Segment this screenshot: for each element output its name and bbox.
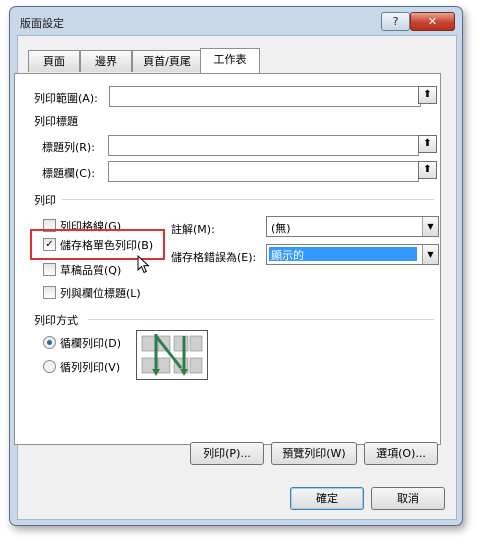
- print-titles-heading: 列印標題: [34, 115, 78, 128]
- options-button[interactable]: 選項(O)...: [364, 442, 438, 465]
- title-bar[interactable]: 版面設定 ? ✕: [10, 7, 462, 35]
- rows-collapse-button[interactable]: ⬆: [418, 135, 437, 153]
- dialog-title: 版面設定: [20, 17, 64, 30]
- page-order-heading: 列印方式: [34, 314, 78, 327]
- print-preview-button[interactable]: 預覽列印(W): [271, 442, 357, 465]
- upload-arrow-icon: ⬆: [423, 138, 432, 149]
- print-area-label: 列印範圍(A):: [34, 92, 98, 105]
- print-button[interactable]: 列印(P)...: [190, 442, 264, 465]
- chevron-down-icon: ▼: [422, 245, 438, 264]
- upload-arrow-icon: ⬆: [423, 89, 432, 100]
- cancel-button[interactable]: 取消: [371, 487, 445, 510]
- tab-sheet[interactable]: 工作表: [200, 48, 260, 73]
- draft-quality-label: 草稿品質(Q): [60, 264, 122, 277]
- over-then-down-label: 循列列印(V): [60, 361, 121, 374]
- print-area-collapse-button[interactable]: ⬆: [418, 86, 437, 104]
- row-column-headings-checkbox[interactable]: [43, 286, 56, 299]
- ok-button[interactable]: 確定: [290, 487, 364, 510]
- over-then-down-radio[interactable]: [43, 360, 56, 373]
- chevron-down-icon: ▼: [422, 217, 438, 236]
- rows-to-repeat-input[interactable]: [108, 135, 419, 156]
- help-button[interactable]: ?: [381, 12, 410, 31]
- upload-arrow-icon: ⬆: [423, 164, 432, 175]
- radio-selected-dot: [47, 340, 52, 345]
- close-button[interactable]: ✕: [410, 12, 455, 31]
- cell-errors-select[interactable]: 顯示的 ▼: [266, 244, 439, 265]
- rows-to-repeat-label: 標題列(R):: [42, 141, 95, 154]
- mouse-pointer-icon: [137, 255, 150, 274]
- columns-collapse-button[interactable]: ⬆: [418, 161, 437, 179]
- row-column-headings-label: 列與欄位標題(L): [60, 287, 141, 300]
- columns-to-repeat-label: 標題欄(C):: [42, 167, 95, 180]
- cell-errors-value: 顯示的: [269, 247, 417, 262]
- draft-quality-checkbox[interactable]: [43, 263, 56, 276]
- comments-select[interactable]: (無) ▼: [266, 216, 439, 237]
- tab-header-footer[interactable]: 頁首/頁尾: [132, 50, 202, 72]
- print-heading: 列印: [34, 194, 56, 207]
- page-order-preview-icon: [136, 330, 208, 380]
- tab-margins[interactable]: 邊界: [80, 50, 132, 72]
- columns-to-repeat-input[interactable]: [108, 161, 419, 182]
- cell-errors-label: 儲存格錯誤為(E):: [171, 251, 257, 264]
- print-divider: [62, 199, 434, 200]
- down-then-over-radio[interactable]: [43, 336, 56, 349]
- down-then-over-label: 循欄列印(D): [60, 337, 122, 350]
- comments-value: (無): [271, 222, 291, 235]
- comments-label: 註解(M):: [171, 223, 215, 236]
- print-area-input[interactable]: [109, 86, 421, 107]
- page-order-divider: [88, 319, 434, 320]
- tab-page[interactable]: 頁面: [28, 50, 80, 72]
